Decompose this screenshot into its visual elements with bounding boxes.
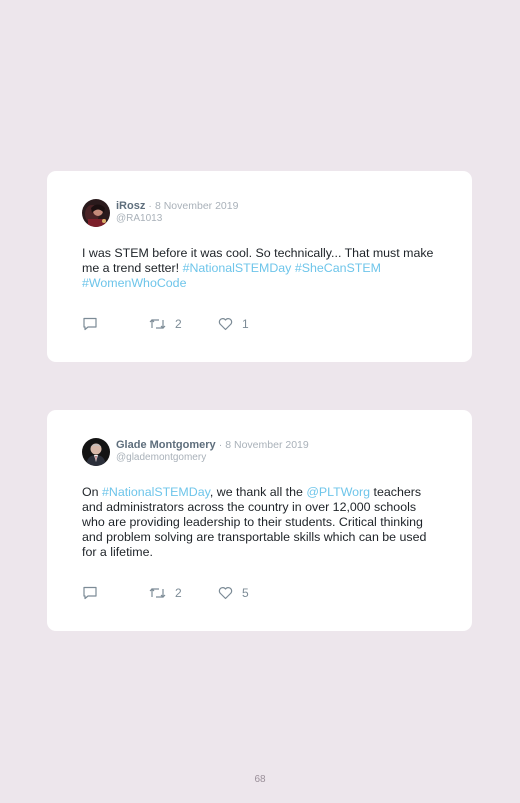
tweet-actions: 2 5 [82,586,282,602]
hashtag-link[interactable]: #NationalSTEMDay [102,485,210,499]
like-button[interactable]: 1 [218,317,249,331]
mention-link[interactable]: @PLTWorg [306,485,370,499]
avatar[interactable] [82,199,110,227]
like-count: 1 [242,317,249,331]
tweet-date[interactable]: 8 November 2019 [155,200,238,212]
reply-icon [82,586,98,600]
retweet-button[interactable]: 2 [149,586,182,600]
reply-icon [82,317,98,331]
retweet-icon [149,586,166,600]
display-name[interactable]: iRosz [116,200,145,212]
name-line: Glade Montgomery · 8 November 2019 [116,438,309,452]
retweet-button[interactable]: 2 [149,317,182,331]
like-count: 5 [242,586,249,600]
user-info: Glade Montgomery · 8 November 2019 @glad… [116,438,309,464]
user-info: iRosz · 8 November 2019 @RA1013 [116,199,238,225]
heart-icon [218,317,233,331]
display-name[interactable]: Glade Montgomery [116,439,216,451]
tweet-card: Glade Montgomery · 8 November 2019 @glad… [47,410,472,631]
tweet-text-segment: , we thank all the [209,485,307,499]
retweet-count: 2 [175,317,182,331]
user-handle[interactable]: @RA1013 [116,213,238,225]
heart-icon [218,586,233,600]
avatar[interactable] [82,438,110,466]
page-number: 68 [254,774,266,785]
reply-button[interactable] [82,317,98,331]
tweet-date[interactable]: 8 November 2019 [225,439,308,451]
separator: · [218,439,223,451]
tweet-card: iRosz · 8 November 2019 @RA1013 I was ST… [47,171,472,362]
retweet-icon [149,317,166,331]
hashtag-link[interactable]: #NationalSTEMDay [183,261,292,275]
name-line: iRosz · 8 November 2019 [116,199,238,213]
tweet-actions: 2 1 [82,317,282,333]
tweet-text: On #NationalSTEMDay, we thank all the @P… [82,485,442,560]
like-button[interactable]: 5 [218,586,249,600]
reply-button[interactable] [82,586,98,600]
separator: · [148,200,152,212]
retweet-count: 2 [175,586,182,600]
tweet-text: I was STEM before it was cool. So techni… [82,246,442,291]
hashtag-link[interactable]: #SheCanSTEM [295,261,381,275]
hashtag-link[interactable]: #WomenWhoCode [82,276,186,290]
user-handle[interactable]: @glademontgomery [116,452,309,464]
tweet-text-segment: On [82,485,102,499]
